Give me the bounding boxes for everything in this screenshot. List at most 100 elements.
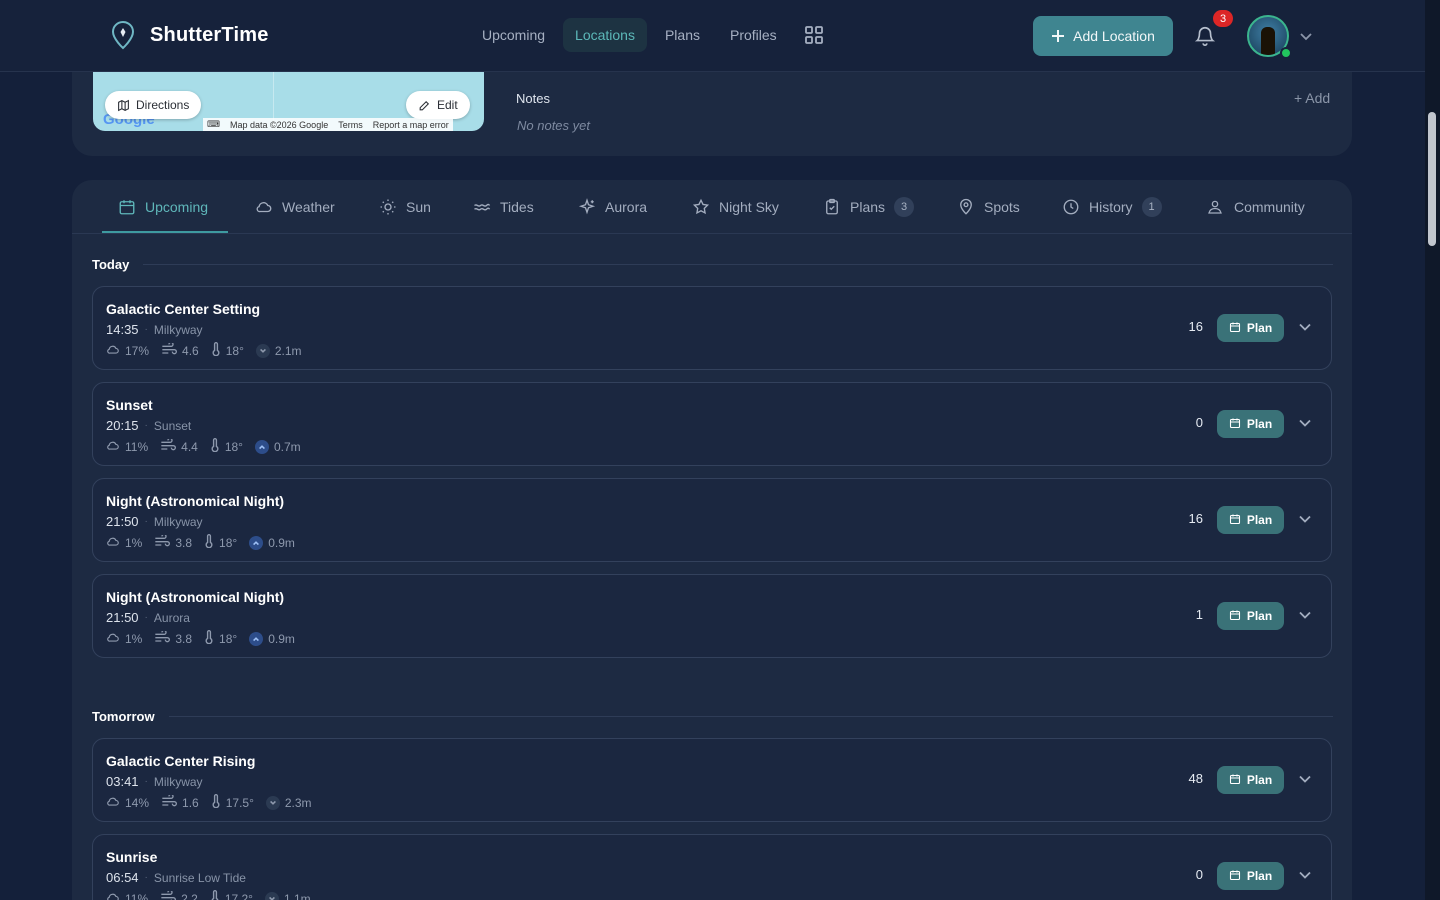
- event-card[interactable]: Galactic Center Rising 03:41 · Milkyway 14% 1…: [92, 738, 1332, 822]
- wind-speed: 1.6: [182, 795, 199, 810]
- tide-up-icon: [254, 439, 269, 454]
- cloud-icon: [106, 439, 120, 454]
- grid-icon[interactable]: [795, 20, 833, 50]
- tab-aurora[interactable]: Aurora: [578, 180, 647, 234]
- chevron-down-icon[interactable]: [1298, 512, 1312, 531]
- chevron-down-icon[interactable]: [1298, 608, 1312, 627]
- day-divider: [168, 715, 1333, 717]
- event-time: 21:50: [106, 514, 139, 529]
- event-subtitle: 03:41 · Milkyway: [106, 774, 203, 789]
- event-title: Galactic Center Setting: [106, 301, 261, 317]
- tab-plans-label: Plans: [850, 199, 886, 215]
- wind-icon: [154, 533, 171, 550]
- chevron-down-icon[interactable]: [1298, 320, 1312, 339]
- event-category: Sunset: [153, 418, 192, 433]
- nav-profiles[interactable]: Profiles: [718, 18, 789, 52]
- notification-badge: 3: [1213, 10, 1233, 27]
- location-map[interactable]: Google Directions Edit ⌨ Map data ©2026 …: [93, 72, 484, 131]
- map-terms-link[interactable]: Terms: [338, 120, 363, 130]
- event-score: 16: [1188, 511, 1203, 526]
- event-card[interactable]: Sunrise 06:54 · Sunrise Low Tide 11% 2.2 17.2°…: [92, 834, 1332, 900]
- calendar-icon: [119, 200, 135, 215]
- tab-sun[interactable]: Sun: [379, 180, 431, 234]
- wind-speed: 4.4: [181, 439, 198, 454]
- plan-button[interactable]: Plan: [1217, 862, 1284, 890]
- event-title: Sunset: [106, 397, 153, 413]
- chevron-down-icon[interactable]: [1298, 416, 1312, 435]
- tab-history[interactable]: History 1: [1062, 180, 1162, 234]
- event-card[interactable]: Sunset 20:15 · Sunset 11% 4.4 18° 0.7m 0 Plan: [92, 382, 1332, 466]
- event-category: Milkyway: [153, 514, 203, 529]
- map-attribution: ⌨ Map data ©2026 Google Terms Report a m…: [203, 118, 453, 131]
- thermometer-icon: [211, 794, 221, 811]
- main-nav: Upcoming Locations Plans Profiles: [470, 18, 833, 52]
- add-location-button[interactable]: Add Location: [1033, 16, 1173, 56]
- tide-up-icon: [249, 631, 264, 646]
- keyboard-icon[interactable]: ⌨: [207, 119, 220, 130]
- top-navbar: ShutterTime Upcoming Locations Plans Pro…: [0, 0, 1425, 72]
- bell-icon[interactable]: [1194, 24, 1216, 53]
- thermometer-icon: [210, 890, 220, 900]
- plan-button[interactable]: Plan: [1217, 766, 1284, 794]
- event-time: 06:54: [106, 870, 139, 885]
- online-status-dot: [1280, 47, 1292, 59]
- cloud-cover: 11%: [125, 439, 149, 454]
- tab-weather[interactable]: Weather: [255, 180, 335, 234]
- temperature: 17.2°: [224, 891, 253, 900]
- tab-night-sky[interactable]: Night Sky: [692, 180, 779, 234]
- wind-icon: [160, 437, 177, 454]
- users-icon: [1208, 200, 1222, 214]
- tab-spots[interactable]: Spots: [957, 180, 1020, 234]
- tab-night-sky-label: Night Sky: [719, 199, 779, 215]
- edit-map-button[interactable]: Edit: [406, 91, 470, 119]
- notes-label: Notes: [516, 91, 550, 106]
- event-time: 03:41: [106, 774, 139, 789]
- pencil-icon: [419, 100, 430, 110]
- plan-button[interactable]: Plan: [1217, 314, 1284, 342]
- cloud-cover: 1%: [125, 631, 143, 646]
- plan-button[interactable]: Plan: [1217, 410, 1284, 438]
- tab-tides[interactable]: Tides: [473, 180, 534, 234]
- add-note-button[interactable]: + Add: [1294, 90, 1330, 106]
- tab-upcoming[interactable]: Upcoming: [118, 180, 208, 234]
- event-conditions: 14% 1.6 17.5° 2.3m: [106, 793, 312, 811]
- temperature: 17.5°: [225, 795, 254, 810]
- tab-community-label: Community: [1234, 199, 1305, 215]
- separator-dot: ·: [144, 776, 148, 787]
- wind-speed: 2.2: [181, 891, 198, 900]
- directions-button[interactable]: Directions: [105, 91, 202, 119]
- brand[interactable]: ShutterTime: [110, 20, 269, 50]
- chevron-down-icon[interactable]: [1298, 868, 1312, 887]
- sparkles-icon: [578, 198, 596, 215]
- chevron-down-icon[interactable]: [1299, 30, 1313, 48]
- calendar-icon: [1229, 869, 1241, 884]
- plan-button[interactable]: Plan: [1217, 602, 1284, 630]
- plan-label: Plan: [1246, 773, 1273, 787]
- add-location-label: Add Location: [1073, 28, 1155, 44]
- event-subtitle: 14:35 · Milkyway: [106, 322, 203, 337]
- cloud-cover: 17%: [125, 343, 150, 358]
- day-title: Tomorrow: [92, 708, 155, 724]
- plan-button[interactable]: Plan: [1217, 506, 1284, 534]
- event-card[interactable]: Night (Astronomical Night) 21:50 · Milkyway…: [92, 478, 1332, 562]
- event-score: 0: [1195, 415, 1203, 430]
- nav-locations[interactable]: Locations: [563, 18, 647, 52]
- wind-icon: [161, 341, 177, 358]
- tide-down-icon: [264, 891, 279, 900]
- event-card[interactable]: Galactic Center Setting 14:35 · Milkyway 17%…: [92, 286, 1332, 370]
- cloud-cover: 11%: [125, 891, 149, 900]
- tab-plans[interactable]: Plans 3: [823, 180, 915, 234]
- scrollbar-thumb[interactable]: [1428, 112, 1436, 246]
- nav-upcoming[interactable]: Upcoming: [470, 18, 557, 52]
- event-subtitle: 21:50 · Aurora: [106, 610, 190, 625]
- tab-community[interactable]: Community: [1205, 180, 1305, 234]
- waves-icon: [474, 203, 491, 211]
- thermometer-icon: [210, 438, 220, 455]
- clipboard-icon: [826, 198, 838, 215]
- chevron-down-icon[interactable]: [1298, 772, 1312, 791]
- tab-weather-label: Weather: [282, 199, 335, 215]
- nav-plans[interactable]: Plans: [653, 18, 712, 52]
- event-title: Night (Astronomical Night): [106, 589, 285, 605]
- map-report-link[interactable]: Report a map error: [373, 120, 449, 130]
- event-card[interactable]: Night (Astronomical Night) 21:50 · Aurora 1%…: [92, 574, 1332, 658]
